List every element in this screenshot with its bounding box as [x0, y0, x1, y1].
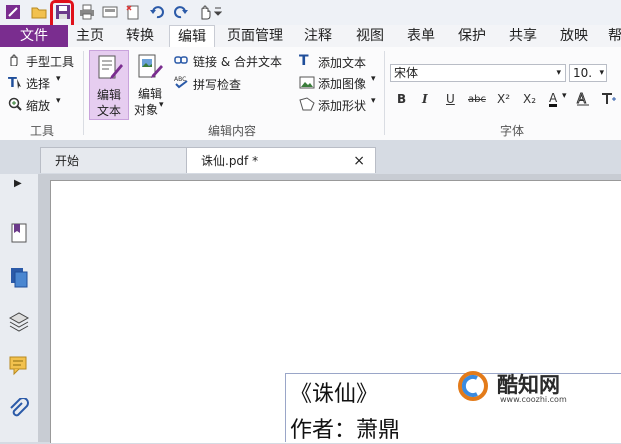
hand-icon: [8, 54, 20, 69]
comments-icon[interactable]: [8, 354, 30, 376]
pages-icon[interactable]: [8, 266, 30, 288]
add-shape-dropdown-icon[interactable]: ▾: [371, 96, 376, 106]
add-image-icon: [299, 75, 315, 92]
font-family-select[interactable]: 宋体 ▾: [390, 64, 566, 82]
divider: [384, 51, 385, 135]
edit-object-dropdown-icon[interactable]: ▾: [159, 100, 164, 110]
quick-access-toolbar: [0, 0, 621, 26]
print-icon[interactable]: [78, 3, 96, 21]
hand-tool-icon[interactable]: [196, 3, 214, 21]
add-text-button[interactable]: 添加文本: [318, 54, 366, 71]
tab-slideshow[interactable]: 放映: [558, 25, 590, 47]
edit-content-group-label: 编辑内容: [208, 124, 257, 138]
tab-home[interactable]: 主页: [74, 25, 106, 47]
tab-document-file[interactable]: 诛仙.pdf * ×: [186, 147, 376, 173]
bold-button[interactable]: B: [397, 92, 406, 106]
scan-icon[interactable]: [101, 3, 119, 21]
chevron-down-icon: ▾: [599, 68, 604, 78]
tab-page-manage[interactable]: 页面管理: [223, 25, 287, 47]
watermark-logo: [457, 370, 489, 405]
chevron-down-icon: ▾: [556, 68, 561, 78]
font-color-button[interactable]: A: [549, 92, 558, 107]
tab-file[interactable]: 文件: [0, 25, 68, 47]
zoom-dropdown-icon[interactable]: ▾: [56, 96, 61, 106]
svg-text:T: T: [8, 76, 17, 89]
tab-comment[interactable]: 注释: [302, 25, 334, 47]
edit-text-icon: [97, 54, 123, 83]
redo-icon[interactable]: [172, 3, 190, 21]
link-merge-button[interactable]: 链接 & 合并文本: [193, 53, 282, 70]
font-color-dropdown-icon[interactable]: ▾: [562, 91, 567, 101]
font-family-value: 宋体: [394, 66, 419, 80]
tab-form[interactable]: 表单: [405, 25, 437, 47]
close-icon[interactable]: ×: [353, 148, 365, 174]
superscript-button[interactable]: X²: [497, 92, 510, 106]
document-title-text[interactable]: 《诛仙》: [290, 376, 378, 408]
undo-icon[interactable]: [148, 3, 166, 21]
edit-text-label-2: 文本: [97, 104, 122, 118]
spell-check-icon: ABC: [174, 75, 190, 92]
zoom-button[interactable]: 缩放: [26, 97, 50, 114]
font-size-select[interactable]: 10. ▾: [569, 64, 607, 82]
add-image-button[interactable]: 添加图像: [318, 75, 366, 92]
tab-view[interactable]: 视图: [354, 25, 386, 47]
edit-text-label-1: 编辑: [97, 88, 122, 102]
tools-group-label: 工具: [30, 124, 55, 138]
tab-edit[interactable]: 编辑: [169, 25, 215, 49]
select-dropdown-icon[interactable]: ▾: [56, 74, 61, 84]
svg-text:T: T: [299, 53, 309, 67]
edit-object-label-2: 对象: [134, 103, 159, 117]
tab-convert[interactable]: 转换: [124, 25, 156, 47]
text-format-icon[interactable]: [600, 91, 618, 110]
new-document-icon[interactable]: [124, 3, 142, 21]
document-tab-strip: 开始 诛仙.pdf * ×: [0, 140, 621, 174]
bookmark-icon[interactable]: [8, 222, 30, 244]
divider: [83, 51, 84, 135]
attachment-icon[interactable]: [8, 397, 30, 420]
add-shape-button[interactable]: 添加形状: [318, 97, 366, 114]
app-logo-icon: [4, 3, 22, 21]
add-text-icon: T: [299, 53, 313, 70]
italic-button[interactable]: I: [422, 92, 428, 106]
font-group-label: 字体: [500, 124, 525, 138]
edit-text-button[interactable]: 编辑 文本: [89, 50, 129, 120]
add-image-dropdown-icon[interactable]: ▾: [371, 74, 376, 84]
document-tab-label: 诛仙.pdf *: [201, 154, 259, 168]
underline-button[interactable]: U: [446, 92, 455, 106]
tab-protect[interactable]: 保护: [456, 25, 488, 47]
text-effect-icon[interactable]: A: [576, 91, 590, 110]
layers-icon[interactable]: [8, 310, 30, 332]
add-shape-icon: [299, 97, 315, 114]
ribbon-tab-bar: 文件 主页 转换 编辑 页面管理 注释 视图 表单 保护 共享 放映 帮: [0, 25, 621, 49]
ribbon-panel: 手型工具 T 选择 ▾ 缩放 ▾ 工具 编辑 文本 编辑 对象 ▾ 链接 & 合…: [0, 47, 621, 141]
customize-dropdown-icon[interactable]: [213, 3, 223, 21]
strikethrough-button[interactable]: abc: [468, 94, 486, 105]
select-cursor-icon: T: [8, 75, 22, 92]
open-folder-icon[interactable]: [30, 3, 48, 21]
panel-expand-icon[interactable]: ▶: [14, 178, 22, 189]
watermark-url: www.coozhi.com: [500, 395, 567, 404]
spell-check-button[interactable]: 拼写检查: [193, 76, 241, 93]
tab-share[interactable]: 共享: [507, 25, 539, 47]
document-author-text[interactable]: 作者：萧鼎: [290, 412, 400, 444]
edit-object-icon: [137, 53, 163, 82]
link-icon: [174, 54, 188, 69]
tab-start[interactable]: 开始: [40, 147, 190, 173]
watermark: 酷知网 www.coozhi.com: [455, 368, 621, 410]
hand-tool-button[interactable]: 手型工具: [26, 53, 74, 70]
zoom-icon: [8, 97, 22, 114]
navigation-panel: ▶: [0, 174, 39, 442]
tab-help[interactable]: 帮: [608, 25, 621, 47]
font-size-value: 10.: [573, 66, 593, 80]
edit-object-button[interactable]: 编辑 对象 ▾: [133, 50, 169, 120]
subscript-button[interactable]: X₂: [523, 92, 536, 106]
select-button[interactable]: 选择: [26, 75, 50, 92]
